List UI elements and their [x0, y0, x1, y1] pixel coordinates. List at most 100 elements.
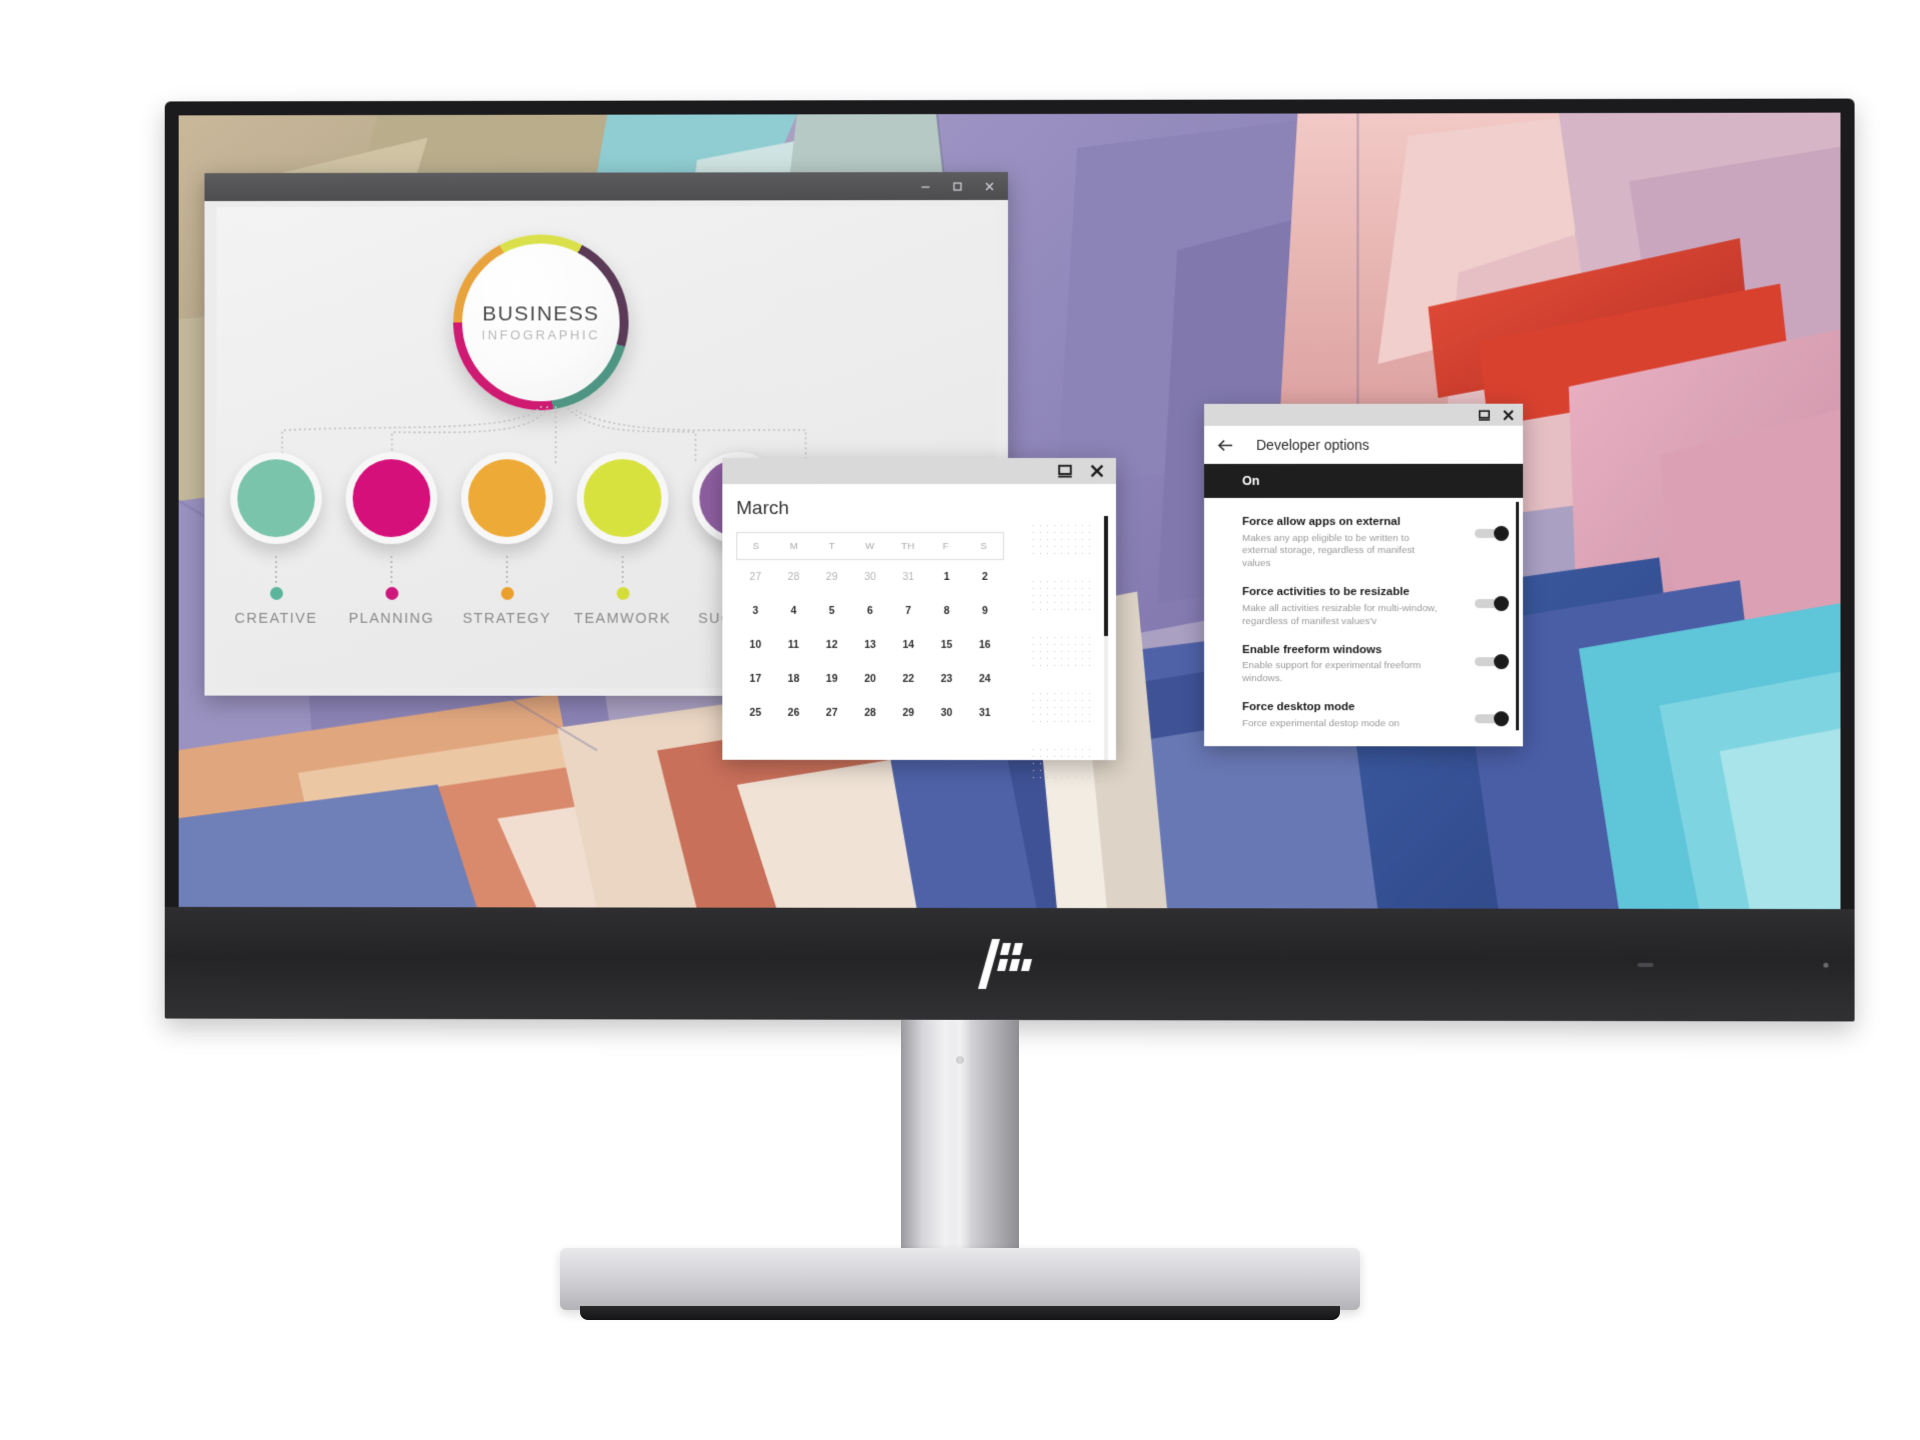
dot-block [1029, 690, 1095, 727]
monitor-stand-base-front [580, 1306, 1340, 1320]
calendar-week-row: 3456789 [736, 594, 1004, 628]
node-dot [500, 586, 514, 600]
option-title: Force desktop mode [1242, 701, 1355, 714]
stand-height-adjust-button[interactable] [956, 1056, 964, 1064]
calendar-day-cell[interactable]: 31 [889, 571, 927, 583]
calendar-day-cell[interactable]: 15 [927, 639, 965, 651]
master-state-label: On [1242, 473, 1260, 488]
calendar-day-cell[interactable]: 4 [775, 605, 813, 617]
close-icon[interactable] [1088, 462, 1106, 480]
page-title: Developer options [1256, 436, 1370, 453]
node-label: STRATEGY [462, 610, 552, 627]
infographic-node[interactable]: PLANNING [344, 452, 440, 627]
option-title: Force activities to be resizable [1242, 586, 1410, 599]
monitor-stand-base [560, 1248, 1360, 1310]
developer-options-scrollbar[interactable] [1515, 501, 1519, 731]
calendar-day-cell[interactable]: 27 [813, 707, 851, 719]
arrow-left-icon[interactable] [1216, 436, 1234, 454]
dot-block [1029, 578, 1095, 615]
minimize-icon[interactable] [916, 177, 934, 195]
developer-option-row[interactable]: Force allow apps on external Makes any ap… [1204, 508, 1523, 578]
calendar-day-cell[interactable]: 29 [889, 707, 927, 719]
calendar-day-cell[interactable]: 31 [966, 707, 1004, 719]
window-calendar[interactable]: March S M T W TH F S 27 28 29 30 31 1 2 … [722, 457, 1117, 783]
calendar-day-cell[interactable]: 14 [889, 639, 927, 651]
calendar-day-cell[interactable]: 16 [966, 639, 1004, 651]
calendar-day-cell[interactable]: 7 [889, 605, 927, 617]
close-icon[interactable] [980, 177, 998, 195]
option-toggle-switch[interactable] [1474, 711, 1509, 727]
node-dot [616, 586, 630, 600]
calendar-day-cell[interactable]: 1 [927, 571, 965, 583]
calendar-day-cell[interactable]: 13 [851, 639, 889, 651]
option-title: Force allow apps on external [1242, 515, 1401, 528]
node-dot [269, 586, 283, 600]
node-stem [390, 556, 393, 584]
calendar-day-cell[interactable]: 3 [736, 605, 774, 617]
monitor-sensor [1637, 962, 1654, 967]
calendar-titlebar[interactable] [722, 457, 1117, 485]
developer-option-row[interactable]: Force desktop mode Force experimental des… [1204, 693, 1523, 738]
calendar-day-cell[interactable]: 12 [813, 639, 851, 651]
calendar-day-cell[interactable]: 20 [851, 673, 889, 685]
calendar-weekday-header: S M T W TH F S [736, 532, 1005, 560]
calendar-day-cell[interactable]: 17 [736, 673, 774, 685]
infographic-node[interactable]: CREATIVE [228, 452, 323, 627]
node-stem [621, 556, 624, 584]
calendar-day-cell[interactable]: 30 [927, 707, 965, 719]
infographic-titlebar[interactable] [204, 171, 1008, 202]
power-indicator [1823, 962, 1829, 968]
hub-title: BUSINESS [482, 302, 600, 326]
calendar-scrollbar[interactable] [1104, 515, 1109, 761]
calendar-day-cell[interactable]: 29 [813, 571, 851, 583]
option-toggle-switch[interactable] [1474, 653, 1509, 669]
infographic-node[interactable]: STRATEGY [459, 452, 555, 627]
calendar-day-cell[interactable]: 9 [966, 605, 1004, 617]
calendar-day-cell[interactable]: 18 [775, 673, 813, 685]
weekday-label: F [942, 540, 950, 552]
calendar-day-cell[interactable]: 10 [736, 639, 774, 651]
calendar-day-cell[interactable]: 8 [927, 605, 965, 617]
restore-down-icon[interactable] [1056, 462, 1074, 480]
option-toggle-switch[interactable] [1474, 525, 1509, 541]
calendar-body: March S M T W TH F S 27 28 29 30 31 1 2 … [722, 483, 1117, 783]
calendar-day-cell[interactable]: 6 [851, 605, 889, 617]
calendar-day-cell[interactable]: 2 [966, 571, 1004, 583]
infographic-node[interactable]: TEAMWORK [574, 452, 671, 627]
maximize-icon[interactable] [948, 177, 966, 195]
calendar-dot-decorations [1029, 521, 1095, 802]
calendar-day-cell[interactable]: 27 [736, 571, 774, 583]
developer-options-master-toggle-row[interactable]: On [1204, 463, 1523, 498]
calendar-day-cell[interactable]: 5 [813, 605, 851, 617]
option-description: Enable support for experimental freeform… [1242, 660, 1421, 685]
calendar-grid: S M T W TH F S 27 28 29 30 31 1 2 3 4 5 6 7 8 9 10 11 12… [736, 532, 1005, 730]
option-toggle-switch[interactable] [1474, 596, 1509, 612]
developer-options-header: Developer options [1204, 425, 1523, 464]
restore-down-icon[interactable] [1477, 408, 1491, 422]
node-dot [385, 586, 398, 600]
calendar-day-cell[interactable]: 23 [927, 673, 965, 685]
calendar-day-cell[interactable]: 26 [775, 707, 813, 719]
calendar-day-cell[interactable]: 11 [775, 639, 813, 651]
calendar-day-cell[interactable]: 28 [851, 707, 889, 719]
node-circle [230, 452, 322, 545]
monitor-body: BUSINESS INFOGRAPHIC CREATIVE PLANNING S… [164, 98, 1855, 1022]
calendar-day-cell[interactable]: 25 [736, 707, 774, 719]
calendar-week-row: 27 28 29 30 31 1 2 [736, 560, 1004, 594]
weekday-label: W [865, 540, 875, 552]
window-developer-options[interactable]: Developer options On Force allow apps on… [1204, 403, 1523, 747]
node-stem [506, 556, 508, 584]
calendar-day-cell[interactable]: 19 [813, 673, 851, 685]
developer-options-titlebar[interactable] [1204, 403, 1523, 426]
monitor-bezel: BUSINESS INFOGRAPHIC CREATIVE PLANNING S… [178, 112, 1841, 912]
calendar-day-cell[interactable]: 24 [966, 673, 1004, 685]
close-icon[interactable] [1501, 408, 1515, 422]
calendar-day-cell[interactable]: 22 [889, 673, 927, 685]
developer-option-row[interactable]: Enable freeform windows Enable support fo… [1204, 636, 1523, 694]
calendar-week-row: 25 26 27 28 29 30 31 [736, 696, 1004, 730]
calendar-day-cell[interactable]: 30 [851, 571, 889, 583]
weekday-label: S [752, 540, 760, 552]
calendar-day-cell[interactable]: 28 [775, 571, 813, 583]
developer-option-row[interactable]: Force activities to be resizable Make all… [1204, 578, 1523, 635]
infographic-hub: BUSINESS INFOGRAPHIC [453, 234, 629, 411]
